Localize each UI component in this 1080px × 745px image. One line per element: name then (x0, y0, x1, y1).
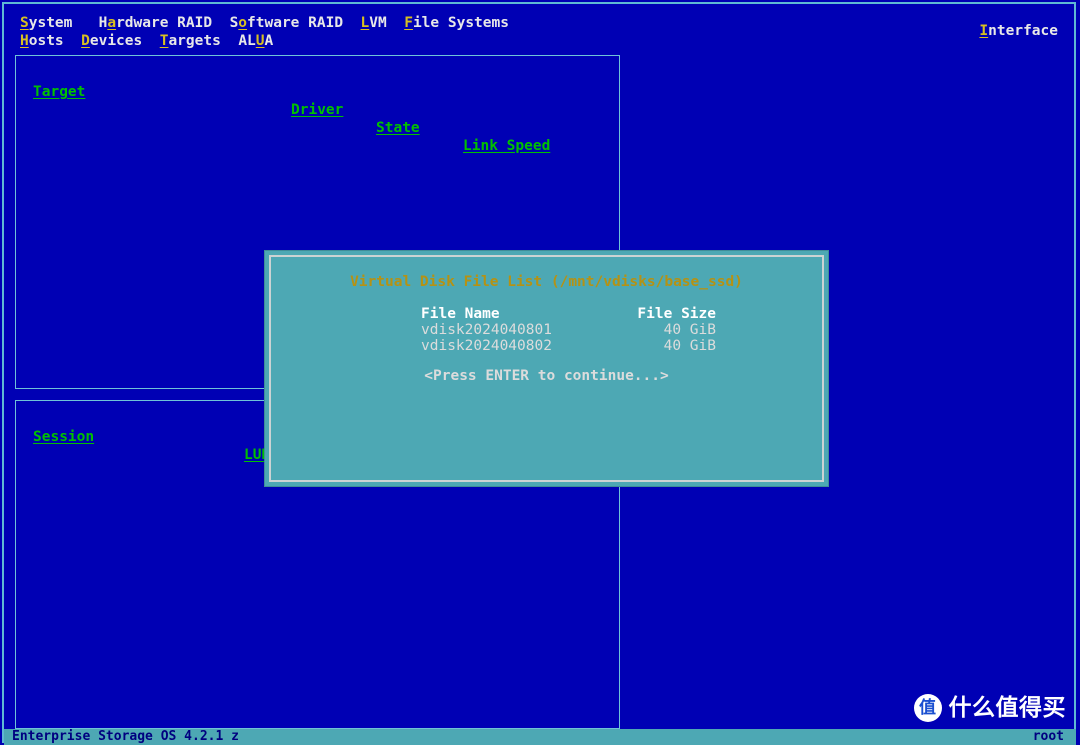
virtual-disk-file-list-dialog[interactable]: Virtual Disk File List (/mnt/vdisks/base… (264, 250, 829, 487)
terminal-screen: System Hardware RAID Software RAID LVM F… (0, 0, 1080, 745)
menu-row-secondary: Hosts Devices Targets ALUA (20, 32, 273, 50)
menu-item-hardware-raid[interactable]: Hardware RAID (99, 14, 213, 32)
menu-spacer-7 (221, 32, 238, 50)
watermark: 值 什么值得买 (913, 691, 1067, 725)
menu-hotkey-devices: D (81, 33, 90, 49)
menu-item-alua[interactable]: ALUA (238, 32, 273, 50)
watermark-text: 什么值得买 (948, 694, 1066, 721)
menu-item-devices[interactable]: Devices (81, 32, 142, 50)
menu-label-system-rest: ystem (28, 15, 73, 31)
menu-label-devices-rest: evices (89, 33, 143, 49)
menu-label-software-raid-rest: ftware RAID (247, 15, 344, 31)
menu-label-lvm-rest: VM (369, 15, 387, 31)
column-header-driver[interactable]: Driver (291, 101, 343, 119)
menu-label-file-systems-rest: ile Systems (412, 15, 509, 31)
menu-hotkey-software-raid: o (238, 15, 248, 31)
dialog-row-file-size-1: 40 GiB (663, 338, 716, 354)
menu-hotkey-lvm: L (360, 15, 370, 31)
dialog-continue-prompt[interactable]: <Press ENTER to continue...> (271, 367, 822, 385)
menu-item-system[interactable]: System (20, 14, 72, 32)
menu-spacer-2 (212, 14, 229, 32)
menu-label-targets-rest: argets (168, 33, 221, 49)
status-bar: Enterprise Storage OS 4.2.1 z root (4, 729, 1076, 745)
menu-item-targets[interactable]: Targets (160, 32, 221, 50)
menu-spacer-1 (72, 14, 98, 32)
menu-spacer-6 (142, 32, 159, 50)
status-bar-user: root (1032, 729, 1064, 744)
dialog-title: Virtual Disk File List (/mnt/vdisks/base… (350, 274, 743, 290)
menu-spacer-5 (64, 32, 81, 50)
column-header-state[interactable]: State (376, 119, 420, 137)
menu-item-interface[interactable]: Interface (979, 22, 1058, 40)
menu-row-primary: System Hardware RAID Software RAID LVM F… (20, 14, 509, 32)
column-header-session[interactable]: Session (33, 428, 94, 446)
column-header-target[interactable]: Target (33, 83, 85, 101)
menu-bar: System Hardware RAID Software RAID LVM F… (12, 14, 1072, 52)
menu-label-alua-rest: A (264, 33, 274, 49)
menu-hotkey-hardware-raid: a (107, 15, 117, 31)
menu-item-software-raid[interactable]: Software RAID (230, 14, 344, 32)
menu-hotkey-interface: I (979, 23, 989, 39)
main-window-frame: System Hardware RAID Software RAID LVM F… (2, 2, 1076, 743)
menu-label-interface-rest: nterface (988, 23, 1058, 39)
targets-panel-header: Target Driver State Link Speed (16, 65, 619, 154)
dialog-row-file-name-1: vdisk2024040802 (421, 338, 552, 354)
menu-hotkey-hosts: H (20, 33, 29, 49)
menu-label-alua-pre: AL (238, 33, 256, 49)
menu-item-file-systems[interactable]: File Systems (404, 14, 509, 32)
menu-hotkey-file-systems: F (404, 15, 413, 31)
menu-spacer-4 (387, 14, 404, 32)
menu-spacer-3 (343, 14, 360, 32)
smzdm-logo-icon: 值 (913, 694, 942, 722)
menu-label-hosts-rest: osts (28, 33, 64, 49)
status-bar-os-version: Enterprise Storage OS 4.2.1 z (12, 729, 239, 744)
menu-item-hosts[interactable]: Hosts (20, 32, 64, 50)
menu-item-lvm[interactable]: LVM (361, 14, 387, 32)
menu-label-hardware-raid-rest: rdware RAID (116, 15, 213, 31)
menu-label-software-raid-pre: S (229, 15, 239, 31)
menu-hotkey-system: S (20, 15, 29, 31)
menu-hotkey-alua: U (255, 33, 265, 49)
column-header-link-speed[interactable]: Link Speed (463, 137, 550, 155)
dialog-inner-frame: Virtual Disk File List (/mnt/vdisks/base… (269, 255, 824, 482)
